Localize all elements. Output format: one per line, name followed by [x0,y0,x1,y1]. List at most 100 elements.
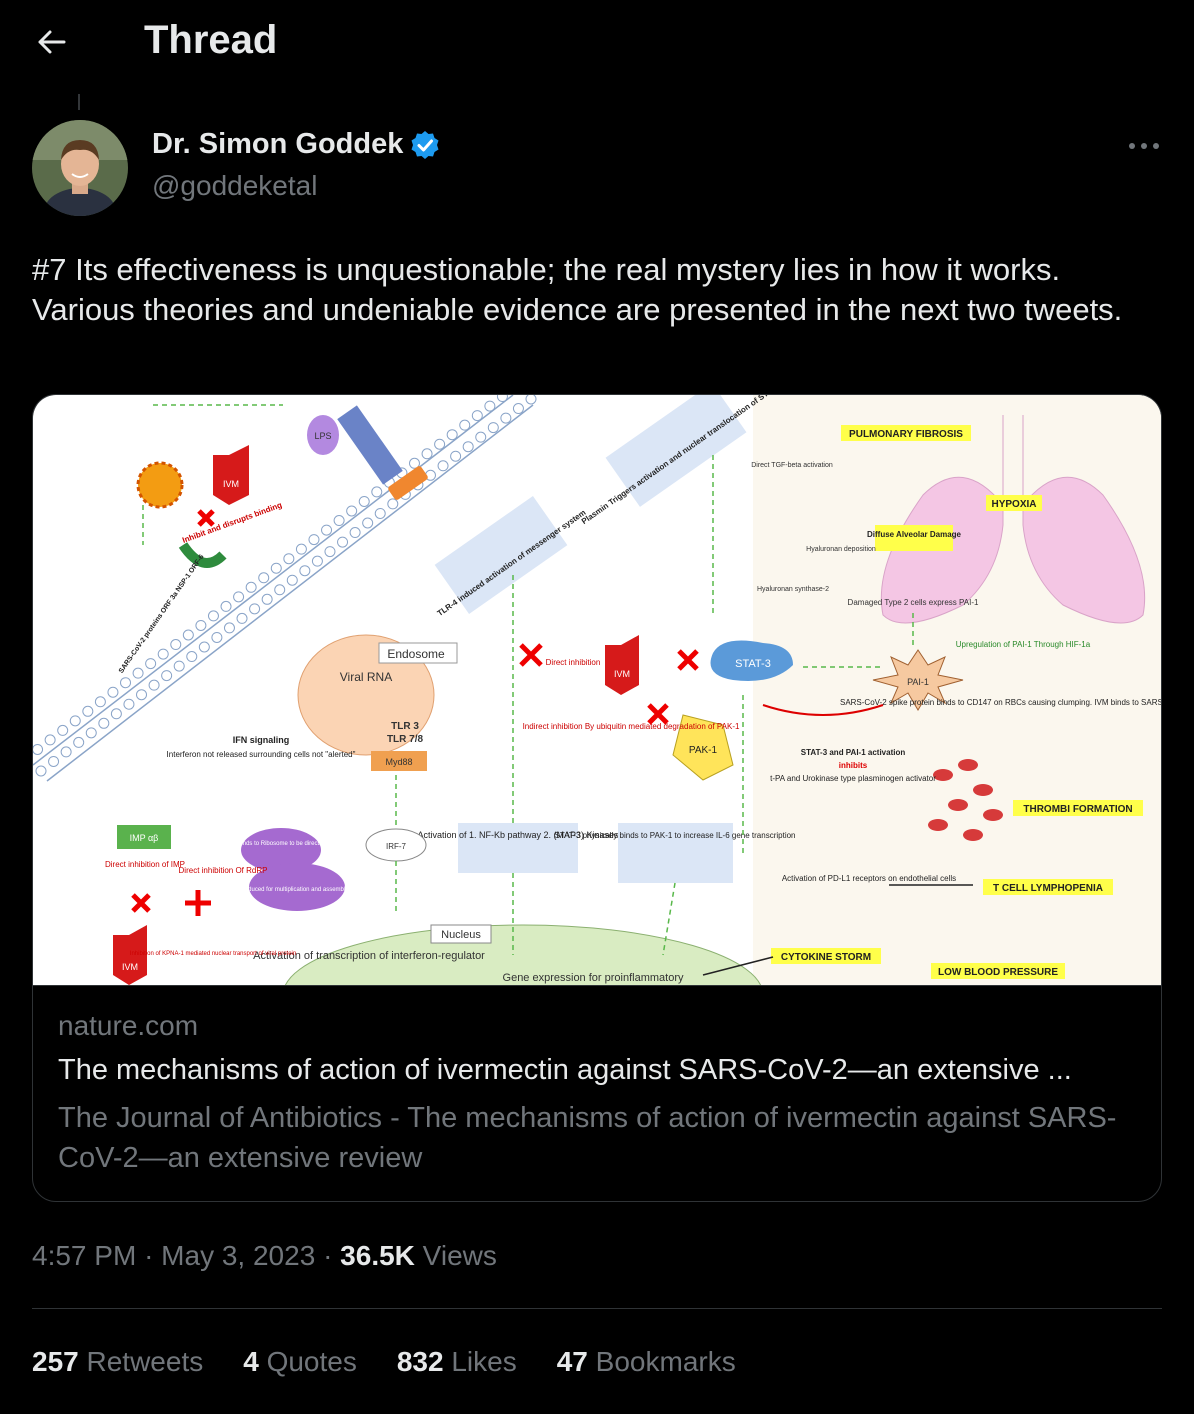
like-label: Likes [451,1346,517,1377]
bookmark-count: 47 [556,1346,588,1377]
svg-text:Hyaluronan deposition: Hyaluronan deposition [806,546,876,553]
verified-badge-icon [411,130,439,159]
author-handle[interactable]: @goddeketal [152,170,317,202]
svg-text:SARS-CoV-2 spike protein binds: SARS-CoV-2 spike protein binds to CD147 … [840,698,1162,707]
membrane-bead [161,670,173,682]
svg-text:Direct TGF-beta activation: Direct TGF-beta activation [751,462,833,469]
engagement-stats: 257 Retweets 4 Quotes 832 Likes 47 Bookm… [32,1346,776,1378]
bookmarks-stat[interactable]: 47 Bookmarks [557,1346,736,1378]
membrane-bead [324,546,336,558]
svg-text:STAT-3 physically binds to PAK: STAT-3 physically binds to PAK-1 to incr… [554,831,795,840]
membrane-bead [450,450,462,462]
meta-separator: · [144,1240,154,1271]
membrane-bead [387,498,399,510]
membrane-bead [286,574,298,586]
svg-text:IFN signaling: IFN signaling [233,735,290,745]
membrane-bead [223,622,235,634]
membrane-bead [512,403,524,415]
membrane-bead [211,631,223,643]
membrane-bead [484,400,496,412]
page-title: Thread [144,18,278,62]
svg-text:TLR 3: TLR 3 [391,721,419,732]
back-arrow-icon[interactable] [32,22,72,62]
membrane-bead [233,591,245,603]
membrane-bead [283,553,295,565]
membrane-bead [270,562,282,574]
retweets-stat[interactable]: 257 Retweets [32,1346,203,1378]
thread-connector-line [78,94,80,110]
membrane-bead [57,724,69,736]
svg-text:THROMBI FORMATION: THROMBI FORMATION [1023,804,1132,815]
card-text-block[interactable]: nature.com The mechanisms of action of i… [33,985,1161,1201]
membrane-bead [346,505,358,517]
membrane-bead [434,438,446,450]
svg-text:IRF-7: IRF-7 [386,842,407,851]
membrane-bead [475,431,487,443]
membrane-bead [60,746,72,758]
card-title[interactable]: The mechanisms of action of ivermectin a… [58,1054,1138,1087]
membrane-bead [33,743,44,755]
svg-text:TLR 7/8: TLR 7/8 [387,734,424,745]
svg-text:Viral RNA binds to Ribosome to: Viral RNA binds to Ribosome to be direct… [211,841,352,847]
svg-text:Indirect inhibition By ubiquit: Indirect inhibition By ubiquitin mediate… [523,722,740,731]
membrane-bead [358,495,370,507]
quotes-stat[interactable]: 4 Quotes [243,1346,357,1378]
like-count: 832 [396,1346,444,1377]
more-options-icon[interactable] [1124,132,1164,160]
membrane-bead [349,527,361,539]
views-label: Views [422,1240,497,1271]
svg-text:Upregulation of PAI-1 Through: Upregulation of PAI-1 Through HIF-1a [956,640,1091,649]
svg-text:IVM: IVM [122,962,138,972]
quote-count: 4 [243,1346,259,1377]
membrane-bead [132,667,144,679]
membrane-bead [157,648,169,660]
likes-stat[interactable]: 832 Likes [397,1346,517,1378]
membrane-bead [274,584,286,596]
quote-label: Quotes [266,1346,357,1377]
membrane-bead [362,517,374,529]
membrane-bead [333,515,345,527]
card-domain: nature.com [58,1010,199,1041]
author-name[interactable]: Dr. Simon Goddek [152,128,403,161]
membrane-bead [249,603,261,615]
svg-text:PAK-1: PAK-1 [689,745,718,756]
membrane-bead [337,536,349,548]
membrane-bead [459,419,471,431]
membrane-bead [145,658,157,670]
svg-text:IVM: IVM [614,669,630,679]
svg-text:t-PA and Urokinase type plasmi: t-PA and Urokinase type plasminogen acti… [770,774,936,783]
svg-text:Direct inhibition of IMP: Direct inhibition of IMP [105,860,185,869]
membrane-bead [308,534,320,546]
membrane-bead [311,555,323,567]
membrane-bead [299,565,311,577]
membrane-bead [487,422,499,434]
svg-text:Direct inhibition: Direct inhibition [546,658,601,667]
svg-text:LPS: LPS [314,431,331,441]
membrane-bead [525,395,537,405]
svg-text:Rdrp produced for multiplicati: Rdrp produced for multiplication and ass… [225,887,369,893]
svg-text:IVM: IVM [223,479,239,489]
membrane-bead [437,460,449,472]
tweet-time[interactable]: 4:57 PM [32,1240,136,1271]
svg-text:Hyaluronan synthase-2: Hyaluronan synthase-2 [757,586,829,593]
membrane-bead [258,572,270,584]
membrane-bead [471,410,483,422]
svg-text:Myd88: Myd88 [385,757,412,767]
svg-text:inhibits: inhibits [839,761,868,770]
card-image[interactable]: IVM IVM IVM LPS Endosome Viral RNA TLR 3… [33,395,1162,1066]
membrane-bead [120,677,132,689]
membrane-bead [35,765,47,777]
membrane-bead [148,679,160,691]
link-card[interactable]: IVM IVM IVM LPS Endosome Viral RNA TLR 3… [32,394,1162,1202]
svg-text:Damaged Type 2 cells express P: Damaged Type 2 cells express PAI-1 [848,598,979,607]
membrane-bead [421,448,433,460]
membrane-bead [110,708,122,720]
membrane-bead [94,696,106,708]
svg-text:Inhibition of KPNA-1 mediated: Inhibition of KPNA-1 mediated nuclear tr… [130,951,296,957]
svg-text:Nucleus: Nucleus [441,929,481,941]
avatar[interactable] [32,120,128,216]
tweet-date[interactable]: May 3, 2023 [161,1240,315,1271]
author-name-row[interactable]: Dr. Simon Goddek [152,128,441,161]
thread-header: Thread [0,0,1194,84]
membrane-bead [182,629,194,641]
